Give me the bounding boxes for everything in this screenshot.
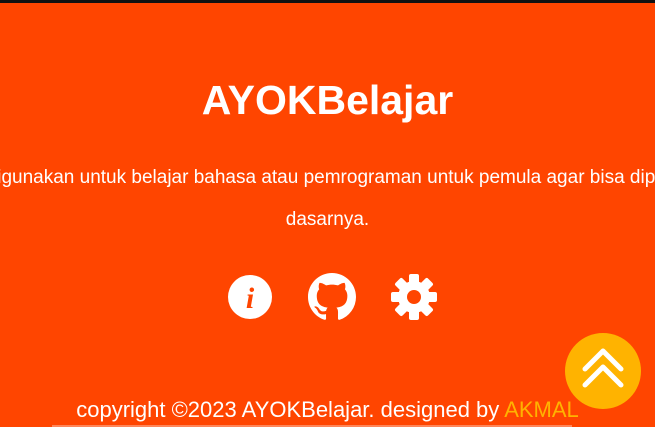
copyright-label: copyright ©2023 AYOKBelajar. designed by xyxy=(76,397,505,422)
copyright-text: copyright ©2023 AYOKBelajar. designed by… xyxy=(0,396,655,424)
github-icon[interactable] xyxy=(308,273,356,321)
social-icons: i xyxy=(0,273,655,321)
site-description: Website ini digunakan untuk belajar baha… xyxy=(0,167,655,230)
footer-section: AYOKBelajar Website ini digunakan untuk … xyxy=(0,3,655,427)
info-icon[interactable]: i xyxy=(226,273,274,321)
gear-icon[interactable] xyxy=(390,273,438,321)
svg-text:i: i xyxy=(246,282,255,315)
double-chevron-up-icon xyxy=(582,348,624,388)
brand-title: AYOKBelajar xyxy=(201,77,454,123)
scroll-to-top-button[interactable] xyxy=(565,333,641,409)
